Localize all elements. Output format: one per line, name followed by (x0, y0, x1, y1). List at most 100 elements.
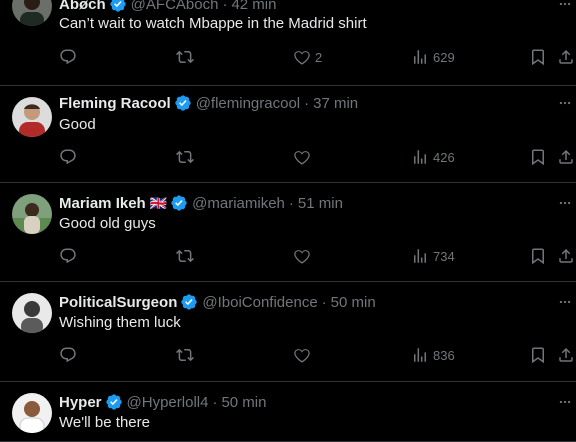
reply-button[interactable] (59, 247, 77, 265)
reply-icon (59, 48, 77, 66)
retweet-icon (176, 247, 194, 265)
separator: · (288, 194, 294, 212)
separator: · (304, 94, 310, 112)
reply-icon (59, 346, 77, 364)
retweet-button[interactable] (176, 148, 194, 166)
retweet-button[interactable] (176, 48, 194, 66)
user-handle[interactable]: @IboiConfidence (202, 294, 317, 311)
verified-badge-icon (106, 0, 127, 13)
timestamp[interactable]: 50 min (331, 294, 376, 311)
views-button[interactable]: 836 (411, 346, 455, 364)
timestamp[interactable]: 51 min (298, 195, 343, 212)
verified-badge-icon (167, 194, 188, 212)
avatar[interactable] (12, 293, 52, 333)
display-name[interactable]: Abøch (59, 0, 106, 13)
share-button[interactable] (557, 247, 575, 265)
analytics-icon (411, 346, 429, 364)
retweet-icon (176, 48, 194, 66)
tweet-header: Mariam Ikeh 🇬🇧 @mariamikeh · 51 min (59, 193, 343, 213)
share-icon (557, 148, 575, 166)
tweet-actions: 734 (0, 247, 576, 269)
tweet-text: Can’t wait to watch Mbappe in the Madrid… (59, 15, 367, 32)
share-button[interactable] (557, 148, 575, 166)
view-count: 426 (433, 149, 455, 165)
bookmark-button[interactable] (529, 247, 547, 265)
user-handle[interactable]: @Hyperloll4 (127, 394, 209, 411)
tweet[interactable]: Fleming Racool @flemingracool · 37 min G… (0, 85, 576, 183)
like-count: 2 (315, 49, 323, 65)
timestamp[interactable]: 37 min (313, 95, 358, 112)
retweet-icon (176, 148, 194, 166)
bookmark-button[interactable] (529, 148, 547, 166)
reply-icon (59, 247, 77, 265)
like-button[interactable]: 2 (293, 48, 322, 66)
tweet-actions: 2 629 (0, 48, 576, 70)
reply-button[interactable] (59, 48, 77, 66)
reply-icon (59, 148, 77, 166)
bookmark-icon (529, 148, 547, 166)
more-icon[interactable] (558, 293, 572, 311)
reply-button[interactable] (59, 148, 77, 166)
separator: · (321, 293, 327, 311)
flag-emoji: 🇬🇧 (149, 194, 168, 211)
like-button[interactable] (293, 346, 315, 364)
view-count: 836 (433, 347, 455, 363)
heart-icon (293, 247, 311, 265)
tweet-header: Fleming Racool @flemingracool · 37 min (59, 93, 358, 113)
share-button[interactable] (557, 48, 575, 66)
user-handle[interactable]: @AFCAboch (131, 0, 219, 13)
tweet-header: Hyper @Hyperloll4 · 50 min (59, 392, 266, 412)
retweet-button[interactable] (176, 346, 194, 364)
separator: · (212, 393, 218, 411)
tweet[interactable]: Mariam Ikeh 🇬🇧 @mariamikeh · 51 min Good … (0, 182, 576, 282)
avatar[interactable] (12, 97, 52, 137)
verified-badge-icon (177, 293, 198, 311)
retweet-button[interactable] (176, 247, 194, 265)
tweet-header: Abøch @AFCAboch · 42 min (59, 0, 276, 14)
tweet-text: We'll be there (59, 414, 150, 431)
separator: · (222, 0, 228, 13)
display-name[interactable]: Mariam Ikeh (59, 195, 146, 212)
timestamp[interactable]: 42 min (231, 0, 276, 13)
user-handle[interactable]: @mariamikeh (192, 195, 285, 212)
heart-icon (293, 148, 311, 166)
view-count: 734 (433, 248, 455, 264)
display-name[interactable]: Hyper (59, 394, 102, 411)
avatar[interactable] (12, 393, 52, 433)
avatar[interactable] (12, 194, 52, 234)
heart-icon (293, 346, 311, 364)
view-count: 629 (433, 49, 455, 65)
views-button[interactable]: 426 (411, 148, 455, 166)
tweet-actions: 426 (0, 148, 576, 170)
tweet[interactable]: Hyper @Hyperloll4 · 50 min We'll be ther… (0, 381, 576, 442)
more-icon[interactable] (558, 0, 572, 13)
share-icon (557, 48, 575, 66)
display-name[interactable]: Fleming Racool (59, 95, 171, 112)
tweet-text: Good (59, 116, 96, 133)
display-name[interactable]: PoliticalSurgeon (59, 294, 177, 311)
views-button[interactable]: 734 (411, 247, 455, 265)
bookmark-button[interactable] (529, 48, 547, 66)
like-button[interactable] (293, 247, 315, 265)
more-icon[interactable] (558, 94, 572, 112)
tweet-text: Good old guys (59, 215, 156, 232)
views-button[interactable]: 629 (411, 48, 455, 66)
share-icon (557, 247, 575, 265)
reply-button[interactable] (59, 346, 77, 364)
bookmark-button[interactable] (529, 346, 547, 364)
tweet-header: PoliticalSurgeon @IboiConfidence · 50 mi… (59, 292, 376, 312)
avatar[interactable] (12, 0, 52, 26)
more-icon[interactable] (558, 194, 572, 212)
tweet[interactable]: PoliticalSurgeon @IboiConfidence · 50 mi… (0, 281, 576, 382)
share-icon (557, 346, 575, 364)
share-button[interactable] (557, 346, 575, 364)
tweet-text: Wishing them luck (59, 314, 181, 331)
analytics-icon (411, 148, 429, 166)
user-handle[interactable]: @flemingracool (196, 95, 300, 112)
like-button[interactable] (293, 148, 315, 166)
tweet[interactable]: Abøch @AFCAboch · 42 min Can’t wait to w… (0, 0, 576, 86)
verified-badge-icon (171, 94, 192, 112)
more-icon[interactable] (558, 393, 572, 411)
bookmark-icon (529, 48, 547, 66)
timestamp[interactable]: 50 min (221, 394, 266, 411)
